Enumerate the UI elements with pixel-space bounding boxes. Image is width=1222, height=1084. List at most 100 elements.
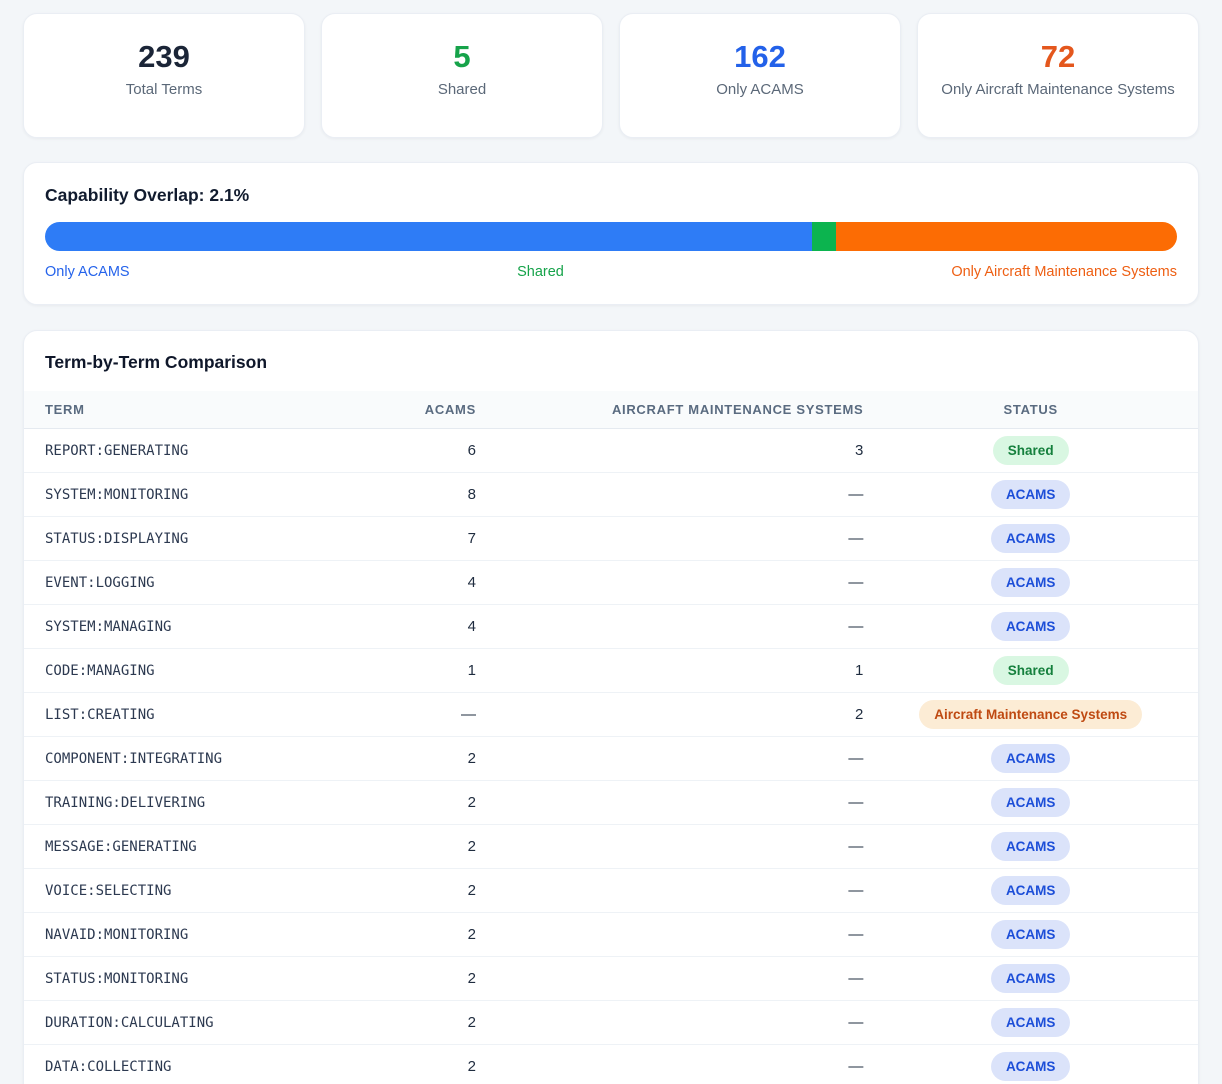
capability-overlap-card: Capability Overlap: 2.1% Only ACAMS Share… xyxy=(23,162,1199,305)
ams-count-cell: — xyxy=(476,957,863,1001)
acams-count-cell: 2 xyxy=(364,913,476,957)
table-row: STATUS:MONITORING2— ACAMS xyxy=(24,957,1198,1001)
stat-value: 5 xyxy=(340,39,584,75)
table-row: SYSTEM:MONITORING8— ACAMS xyxy=(24,473,1198,517)
status-cell: ACAMS xyxy=(863,1001,1198,1045)
stat-value: 239 xyxy=(42,39,286,75)
table-row: EVENT:LOGGING4— ACAMS xyxy=(24,561,1198,605)
term-cell: EVENT:LOGGING xyxy=(24,561,364,605)
ams-count-cell: — xyxy=(476,825,863,869)
status-badge: ACAMS xyxy=(991,744,1071,773)
overlap-bar-segment-0 xyxy=(45,222,812,251)
acams-count-cell: 4 xyxy=(364,605,476,649)
acams-count-cell: 8 xyxy=(364,473,476,517)
status-badge: ACAMS xyxy=(991,832,1071,861)
ams-count-cell: — xyxy=(476,561,863,605)
status-badge: ACAMS xyxy=(991,788,1071,817)
overlap-bar xyxy=(45,222,1177,251)
status-cell: ACAMS xyxy=(863,781,1198,825)
term-cell: LIST:CREATING xyxy=(24,693,364,737)
status-cell: Aircraft Maintenance Systems xyxy=(863,693,1198,737)
status-cell: ACAMS xyxy=(863,1045,1198,1084)
status-cell: ACAMS xyxy=(863,913,1198,957)
overlap-label-0: Only ACAMS xyxy=(45,264,130,280)
table-row: SYSTEM:MANAGING4— ACAMS xyxy=(24,605,1198,649)
ams-count-cell: — xyxy=(476,1001,863,1045)
status-cell: ACAMS xyxy=(863,825,1198,869)
status-cell: Shared xyxy=(863,429,1198,473)
term-cell: DATA:COLLECTING xyxy=(24,1045,364,1084)
stat-label: Shared xyxy=(340,79,584,100)
ams-count-cell: — xyxy=(476,781,863,825)
stat-label: Only ACAMS xyxy=(638,79,882,100)
table-row: VOICE:SELECTING2—ACAMS xyxy=(24,869,1198,913)
status-badge: ACAMS xyxy=(991,524,1071,553)
ams-count-cell: — xyxy=(476,737,863,781)
status-badge: ACAMS xyxy=(991,920,1071,949)
status-badge: ACAMS xyxy=(991,480,1071,509)
overlap-label-2: Only Aircraft Maintenance Systems xyxy=(951,264,1177,280)
table-row: DATA:COLLECTING2—ACAMS xyxy=(24,1045,1198,1084)
status-cell: ACAMS xyxy=(863,561,1198,605)
column-header-1: ACAMS xyxy=(364,391,476,429)
term-cell: MESSAGE:GENERATING xyxy=(24,825,364,869)
acams-count-cell: 2 xyxy=(364,1001,476,1045)
overlap-bar-labels: Only ACAMS Shared Only Aircraft Maintenanc… xyxy=(45,264,1177,280)
ams-count-cell: — xyxy=(476,1045,863,1084)
status-badge: ACAMS xyxy=(991,568,1071,597)
comparison-title: Term-by-Term Comparison xyxy=(24,352,1198,373)
table-row: NAVAID:MONITORING2—ACAMS xyxy=(24,913,1198,957)
status-cell: ACAMS xyxy=(863,473,1198,517)
term-cell: SYSTEM:MONITORING xyxy=(24,473,364,517)
status-badge: Shared xyxy=(993,436,1069,465)
term-cell: DURATION:CALCULATING xyxy=(24,1001,364,1045)
term-cell: STATUS:DISPLAYING xyxy=(24,517,364,561)
ams-count-cell: 1 xyxy=(476,649,863,693)
ams-count-cell: — xyxy=(476,517,863,561)
term-cell: STATUS:MONITORING xyxy=(24,957,364,1001)
status-cell: ACAMS xyxy=(863,517,1198,561)
ams-count-cell: — xyxy=(476,605,863,649)
stat-card-1: 5 Shared xyxy=(321,13,603,138)
term-cell: COMPONENT:INTEGRATING xyxy=(24,737,364,781)
status-cell: ACAMS xyxy=(863,869,1198,913)
stat-card-3: 72Only Aircraft Maintenance Systems xyxy=(917,13,1199,138)
table-row: COMPONENT:INTEGRATING2— ACAMS xyxy=(24,737,1198,781)
term-cell: VOICE:SELECTING xyxy=(24,869,364,913)
term-cell: REPORT:GENERATING xyxy=(24,429,364,473)
status-badge: Shared xyxy=(993,656,1069,685)
ams-count-cell: — xyxy=(476,473,863,517)
stat-card-0: 239Total Terms xyxy=(23,13,305,138)
table-row: REPORT:GENERATING63Shared xyxy=(24,429,1198,473)
ams-count-cell: — xyxy=(476,869,863,913)
table-header-row: TERMACAMSAIRCRAFT MAINTENANCE SYSTEMSSTA… xyxy=(24,391,1198,429)
stat-value: 72 xyxy=(936,39,1180,75)
status-badge: ACAMS xyxy=(991,964,1071,993)
status-badge: ACAMS xyxy=(991,876,1071,905)
dashboard-page: 239Total Terms5Shared162Only ACAMS72Only… xyxy=(0,0,1222,1084)
acams-count-cell: 6 xyxy=(364,429,476,473)
table-row: CODE:MANAGING11Shared xyxy=(24,649,1198,693)
stat-card-2: 162Only ACAMS xyxy=(619,13,901,138)
status-badge: ACAMS xyxy=(991,1052,1071,1081)
comparison-card: Term-by-Term Comparison TERMACAMSAIRCRAF… xyxy=(23,330,1199,1084)
column-header-3: STATUS xyxy=(863,391,1198,429)
acams-count-cell: 2 xyxy=(364,957,476,1001)
overlap-label-1: Shared xyxy=(517,264,564,280)
table-row: LIST:CREATING—2Aircraft Maintenance Syst… xyxy=(24,693,1198,737)
term-cell: SYSTEM:MANAGING xyxy=(24,605,364,649)
overlap-title: Capability Overlap: 2.1% xyxy=(45,185,1177,206)
comparison-table: TERMACAMSAIRCRAFT MAINTENANCE SYSTEMSSTA… xyxy=(24,391,1198,1084)
acams-count-cell: 2 xyxy=(364,825,476,869)
comparison-table-body: REPORT:GENERATING63SharedSYSTEM:MONITORI… xyxy=(24,429,1198,1084)
overlap-bar-segment-2 xyxy=(836,222,1177,251)
table-row: DURATION:CALCULATING2—ACAMS xyxy=(24,1001,1198,1045)
status-badge: ACAMS xyxy=(991,612,1071,641)
status-badge: Aircraft Maintenance Systems xyxy=(919,700,1142,729)
table-row: TRAINING:DELIVERING2—ACAMS xyxy=(24,781,1198,825)
acams-count-cell: 7 xyxy=(364,517,476,561)
term-cell: CODE:MANAGING xyxy=(24,649,364,693)
acams-count-cell: 2 xyxy=(364,737,476,781)
acams-count-cell: 4 xyxy=(364,561,476,605)
stats-grid: 239Total Terms5Shared162Only ACAMS72Only… xyxy=(23,13,1199,138)
